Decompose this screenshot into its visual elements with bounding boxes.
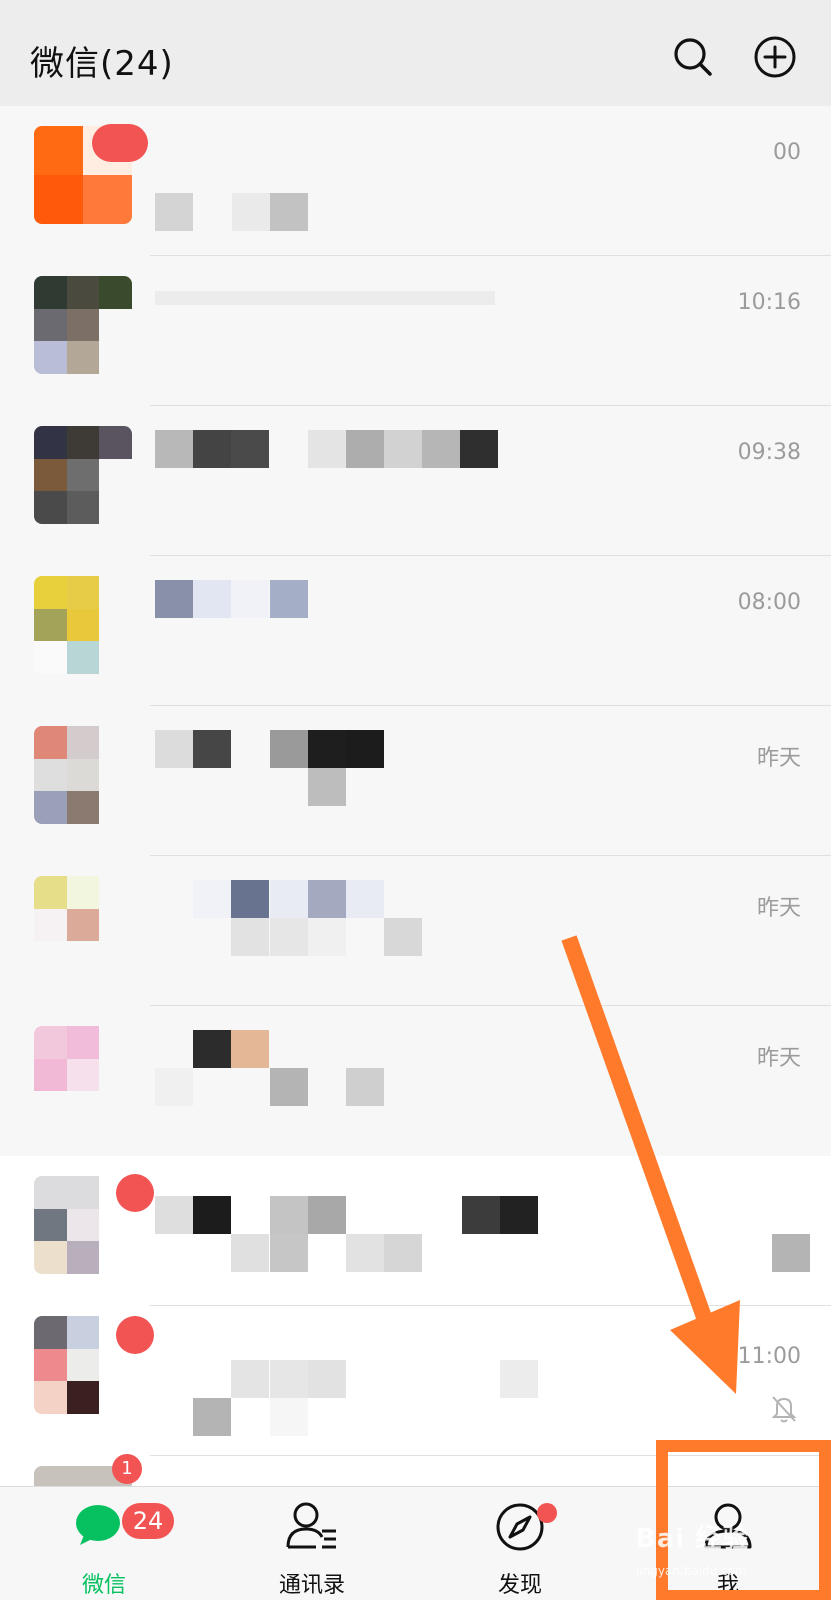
new-dot bbox=[537, 1503, 557, 1523]
avatar bbox=[34, 426, 132, 524]
avatar bbox=[34, 1026, 132, 1124]
chat-row[interactable]: 昨天 bbox=[0, 1006, 831, 1156]
unread-badge bbox=[116, 1316, 154, 1354]
plus-circle-icon[interactable] bbox=[752, 34, 798, 80]
chat-time: 10:16 bbox=[737, 290, 801, 315]
unread-badge bbox=[116, 1174, 154, 1212]
watermark-brand: Bai 经验 bbox=[636, 1524, 750, 1554]
tab-label: 微信 bbox=[81, 1573, 126, 1598]
chat-row[interactable]: 08:00 bbox=[0, 556, 831, 706]
tab-discover[interactable]: 发现 bbox=[440, 1487, 600, 1600]
tab-label: 通讯录 bbox=[278, 1573, 345, 1598]
chat-row[interactable]: 昨天 bbox=[0, 706, 831, 856]
unread-badge bbox=[92, 124, 148, 162]
unread-count-badge: 24 bbox=[122, 1503, 174, 1539]
avatar bbox=[34, 726, 132, 824]
avatar bbox=[34, 576, 132, 674]
avatar bbox=[34, 276, 132, 374]
chat-row[interactable]: 00 bbox=[0, 106, 831, 256]
watermark-url: jingyan.baidu.com bbox=[636, 1564, 747, 1578]
mute-bell-icon bbox=[771, 1396, 797, 1423]
chat-time: 昨天 bbox=[756, 746, 801, 771]
chat-time: 09:38 bbox=[737, 440, 801, 465]
chat-time: 08:00 bbox=[737, 590, 801, 615]
chat-time: 00 bbox=[773, 140, 801, 165]
contacts-icon bbox=[286, 1502, 336, 1549]
unread-count-badge: 1 bbox=[112, 1454, 142, 1484]
chat-row[interactable]: 10:16 bbox=[0, 256, 831, 406]
search-icon[interactable] bbox=[670, 34, 716, 80]
chat-time: 11:00 bbox=[737, 1344, 801, 1369]
page-title: 微信(24) bbox=[30, 44, 174, 84]
top-bar: 微信(24) bbox=[0, 0, 831, 106]
chat-row[interactable]: 1 bbox=[0, 1454, 831, 1486]
avatar bbox=[34, 876, 132, 974]
chat-list: 00 10:16 09:38 08:00 昨天 昨天 昨天 11:00 1 bbox=[0, 106, 831, 1486]
chat-time: 昨天 bbox=[756, 896, 801, 921]
chat-row[interactable] bbox=[0, 1156, 831, 1306]
chat-row[interactable]: 09:38 bbox=[0, 406, 831, 556]
chat-time: 昨天 bbox=[756, 1046, 801, 1071]
tab-chats[interactable]: 24 微信 bbox=[24, 1487, 184, 1600]
chat-row[interactable]: 11:00 bbox=[0, 1306, 831, 1456]
chat-row[interactable]: 昨天 bbox=[0, 856, 831, 1006]
tab-label: 发现 bbox=[497, 1573, 542, 1598]
tab-contacts[interactable]: 通讯录 bbox=[232, 1487, 392, 1600]
